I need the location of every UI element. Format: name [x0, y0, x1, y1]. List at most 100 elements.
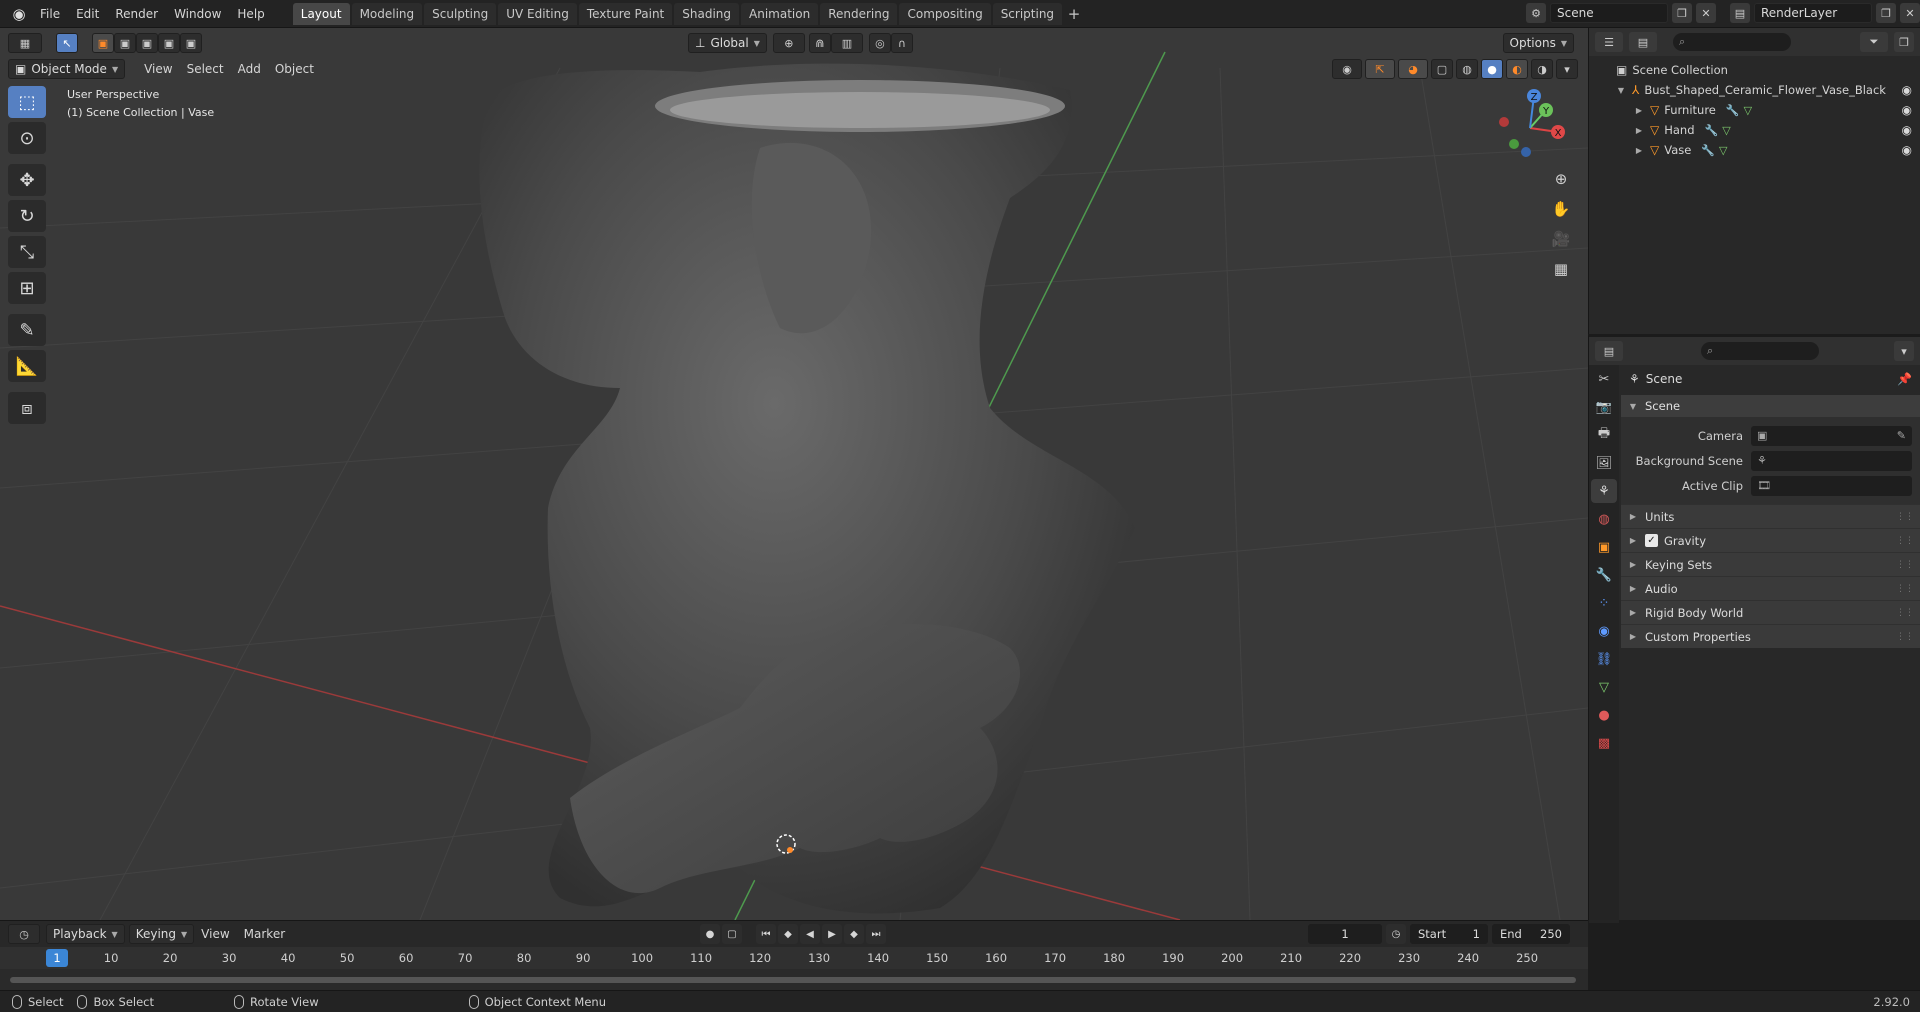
visibility-eye-icon[interactable]: ◉: [1332, 59, 1362, 79]
drag-grip-icon[interactable]: ⋮⋮: [1896, 584, 1914, 594]
keying-sets-panel-header[interactable]: ▶ Keying Sets ⋮⋮: [1621, 552, 1920, 576]
tab-uv-editing[interactable]: UV Editing: [498, 2, 577, 25]
expand-right-icon[interactable]: ▶: [1633, 106, 1645, 115]
tab-compositing[interactable]: Compositing: [899, 2, 991, 25]
camera-view-icon[interactable]: 🎥: [1548, 226, 1574, 252]
collection-row[interactable]: ▼ ⅄ Bust_Shaped_Ceramic_Flower_Vase_Blac…: [1589, 80, 1920, 100]
tab-animation[interactable]: Animation: [741, 2, 819, 25]
scene-browse-icon[interactable]: ⚙: [1526, 3, 1546, 23]
preview-range-icon[interactable]: ◷: [1386, 924, 1406, 944]
filter-icon[interactable]: ⏷: [1860, 32, 1888, 52]
tab-modifier-icon[interactable]: 🔧: [1591, 563, 1617, 587]
menu-edit[interactable]: Edit: [68, 3, 107, 25]
tab-output-icon[interactable]: 🖶: [1591, 423, 1617, 447]
outliner-item-hand[interactable]: ▶ ▽ Hand 🔧 ▽ ◉: [1589, 120, 1920, 140]
properties-editor-icon[interactable]: ▤: [1595, 341, 1623, 361]
tab-material-icon[interactable]: ●: [1591, 703, 1617, 727]
tab-texture-paint[interactable]: Texture Paint: [578, 2, 673, 25]
tab-layout[interactable]: Layout: [292, 2, 350, 25]
outliner-search-input[interactable]: ⌕: [1673, 33, 1791, 51]
start-frame-field[interactable]: Start 1: [1410, 924, 1488, 944]
falloff-icon[interactable]: ∩: [890, 33, 913, 53]
scene-panel-header[interactable]: ▼ Scene: [1621, 395, 1920, 417]
scale-tool-icon[interactable]: ⤡: [8, 236, 46, 268]
xray-toggle-icon[interactable]: ▢: [1431, 59, 1453, 79]
transform-orientation-dropdown[interactable]: ⊥ Global ▼: [688, 33, 767, 53]
scene-collection-row[interactable]: ▣ Scene Collection: [1589, 60, 1920, 80]
viewport-menu-view[interactable]: View: [137, 62, 179, 76]
overlay-toggle-icon[interactable]: ◕: [1398, 59, 1428, 79]
properties-options-icon[interactable]: ▾: [1894, 341, 1914, 361]
timeline-ruler[interactable]: 1 10 20 30 40 50 60 70 80 90 100 110 120 130 140 150 16…: [0, 947, 1588, 969]
zoom-icon[interactable]: ⊕: [1548, 166, 1574, 192]
select-box-tool-icon[interactable]: ⬚: [8, 86, 46, 118]
tab-render-icon[interactable]: 📷: [1591, 395, 1617, 419]
new-collection-icon[interactable]: ❐: [1894, 32, 1914, 52]
tab-modeling[interactable]: Modeling: [351, 2, 423, 25]
menu-window[interactable]: Window: [166, 3, 229, 25]
new-view-layer-icon[interactable]: ❐: [1876, 3, 1896, 23]
visibility-eye-icon[interactable]: ◉: [1902, 143, 1912, 157]
select-tool-icon[interactable]: ↖: [56, 33, 78, 53]
navigation-gizmo[interactable]: X Y Z: [1490, 88, 1570, 168]
gravity-checkbox[interactable]: ✓: [1645, 534, 1658, 547]
editor-type-icon[interactable]: ▦: [8, 33, 42, 53]
next-keyframe-icon[interactable]: ◆: [844, 924, 864, 944]
cursor-tool-icon[interactable]: ⊙: [8, 122, 46, 154]
tab-particles-icon[interactable]: ⁘: [1591, 591, 1617, 615]
pan-hand-icon[interactable]: ✋: [1548, 196, 1574, 222]
mode-invert-icon[interactable]: ▣: [158, 33, 180, 53]
drag-grip-icon[interactable]: ⋮⋮: [1896, 608, 1914, 618]
timeline-menu-marker[interactable]: Marker: [237, 927, 292, 941]
playback-dropdown[interactable]: Playback ▼: [46, 924, 125, 944]
mode-extend-icon[interactable]: ▣: [114, 33, 136, 53]
prev-keyframe-icon[interactable]: ◆: [778, 924, 798, 944]
pivot-point-icon[interactable]: ⊕: [772, 33, 805, 53]
material-shading-icon[interactable]: ◐: [1506, 59, 1528, 79]
viewport-menu-add[interactable]: Add: [231, 62, 268, 76]
add-workspace-button[interactable]: +: [1064, 3, 1084, 25]
tab-mesh-data-icon[interactable]: ▽: [1591, 675, 1617, 699]
blender-logo-icon[interactable]: ◉: [6, 3, 32, 25]
drag-grip-icon[interactable]: ⋮⋮: [1896, 536, 1914, 546]
proportional-edit-icon[interactable]: ◎: [868, 33, 891, 53]
pin-icon[interactable]: 📌: [1897, 372, 1912, 386]
tab-texture-icon[interactable]: ▩: [1591, 731, 1617, 755]
new-scene-icon[interactable]: ❐: [1672, 3, 1692, 23]
eyedropper-icon[interactable]: ✎: [1897, 429, 1906, 442]
delete-scene-icon[interactable]: ✕: [1696, 3, 1716, 23]
annotate-tool-icon[interactable]: ✎: [8, 314, 46, 346]
timeline-track[interactable]: [0, 969, 1588, 991]
menu-help[interactable]: Help: [229, 3, 272, 25]
expand-right-icon[interactable]: ▶: [1633, 126, 1645, 135]
mode-intersect-icon[interactable]: ▣: [180, 33, 202, 53]
view-layer-field[interactable]: RenderLayer: [1754, 3, 1872, 23]
3d-viewport[interactable]: ▦ ↖ ▣ ▣ ▣ ▣ ▣ ⊥ Global ▼ ⊕ ⋒ ▥ ◎ ∩ Optio…: [0, 28, 1588, 920]
visibility-eye-icon[interactable]: ◉: [1902, 103, 1912, 117]
visibility-eye-icon[interactable]: ◉: [1902, 123, 1912, 137]
tab-scene-icon[interactable]: ⚘: [1591, 479, 1617, 503]
tab-scripting[interactable]: Scripting: [992, 2, 1063, 25]
mode-subtract-icon[interactable]: ▣: [136, 33, 158, 53]
rendered-shading-icon[interactable]: ◑: [1531, 59, 1553, 79]
scene-name-field[interactable]: Scene: [1550, 3, 1668, 23]
record-options-icon[interactable]: ▢: [722, 924, 742, 944]
menu-file[interactable]: File: [32, 3, 68, 25]
timeline-menu-view[interactable]: View: [194, 927, 236, 941]
mesh-data-icon[interactable]: ▽: [1722, 124, 1730, 137]
transform-tool-icon[interactable]: ⊞: [8, 272, 46, 304]
outliner-item-furniture[interactable]: ▶ ▽ Furniture 🔧 ▽ ◉: [1589, 100, 1920, 120]
visibility-eye-icon[interactable]: ◉: [1902, 83, 1912, 97]
outliner-item-vase[interactable]: ▶ ▽ Vase 🔧 ▽ ◉: [1589, 140, 1920, 160]
end-frame-field[interactable]: End 250: [1492, 924, 1570, 944]
mesh-data-icon[interactable]: ▽: [1744, 104, 1752, 117]
units-panel-header[interactable]: ▶ Units ⋮⋮: [1621, 504, 1920, 528]
jump-start-icon[interactable]: ⏮: [756, 924, 776, 944]
camera-field[interactable]: ▣ ✎: [1751, 425, 1912, 446]
background-scene-field[interactable]: ⚘: [1751, 450, 1912, 471]
modifier-wrench-icon[interactable]: 🔧: [1701, 144, 1715, 157]
modifier-wrench-icon[interactable]: 🔧: [1705, 124, 1719, 137]
object-mode-dropdown[interactable]: ▣ Object Mode ▼: [8, 59, 126, 79]
current-frame-field[interactable]: 1: [1308, 924, 1382, 944]
tab-tool-icon[interactable]: ✂: [1591, 367, 1617, 391]
